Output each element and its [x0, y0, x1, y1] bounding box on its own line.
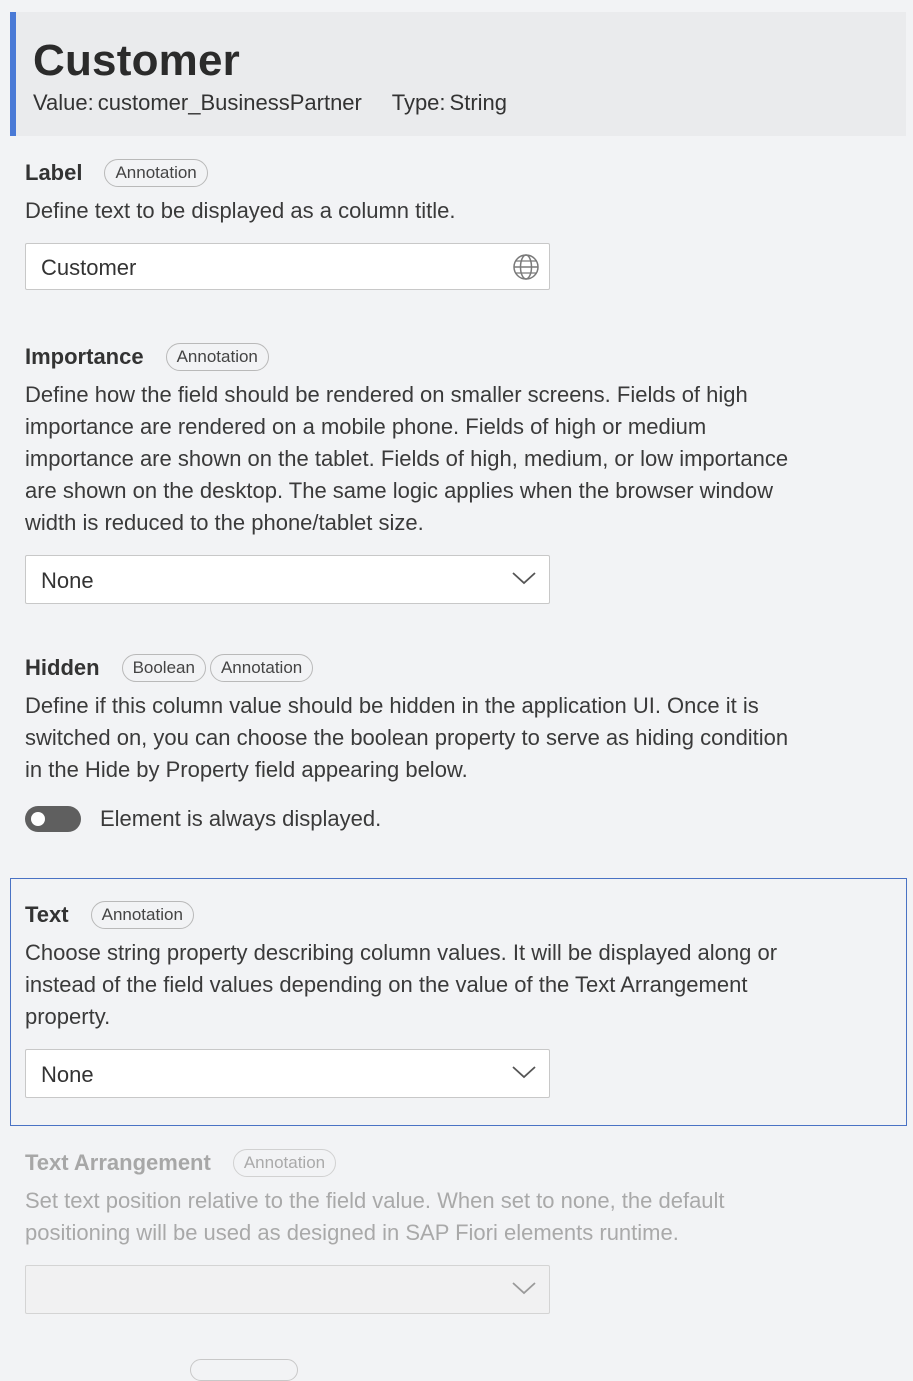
annotation-chip: Annotation	[104, 159, 208, 187]
text-select-value: None	[41, 1062, 94, 1087]
page-title: Customer	[33, 36, 240, 85]
description-line: Choose string property describing column…	[25, 940, 778, 965]
description-line: importance are shown on the tablet. Fiel…	[25, 446, 789, 471]
text-select[interactable]: None	[25, 1049, 550, 1098]
value-label: Value:	[33, 90, 94, 115]
annotation-chip: Annotation	[209, 654, 314, 682]
text-section-title: Text	[25, 902, 69, 927]
description-line: importance are rendered on a mobile phon…	[25, 414, 707, 439]
label-section-title: Label	[25, 160, 83, 185]
description-line: Define how the field should be rendered …	[25, 382, 748, 407]
importance-section-description: Define how the field should be rendered …	[25, 379, 890, 539]
next-section-chip	[190, 1359, 298, 1381]
hidden-section: Hidden Boolean Annotation Define if this…	[25, 652, 890, 832]
description-line: width is reduced to the phone/tablet siz…	[25, 510, 424, 535]
toggle-knob	[31, 812, 45, 826]
label-section-description: Define text to be displayed as a column …	[25, 198, 456, 223]
hidden-toggle[interactable]	[25, 806, 81, 832]
label-input[interactable]: Customer	[25, 243, 550, 290]
description-line: in the Hide by Property field appearing …	[25, 757, 468, 782]
importance-section: Importance Annotation Define how the fie…	[25, 341, 890, 604]
text-arrangement-select	[25, 1265, 550, 1314]
description-line: instead of the field values depending on…	[25, 972, 748, 997]
label-input-value: Customer	[41, 255, 137, 280]
text-arrangement-section: Text Arrangement Annotation Set text pos…	[25, 1147, 890, 1314]
chevron-down-icon	[512, 1282, 536, 1295]
hidden-section-title: Hidden	[25, 655, 100, 680]
description-line: property.	[25, 1004, 111, 1029]
boolean-chip: Boolean	[121, 654, 206, 682]
importance-select[interactable]: None	[25, 555, 550, 604]
importance-select-value: None	[41, 568, 94, 593]
text-section: Text Annotation Choose string property d…	[25, 899, 890, 1098]
type-label: Type:	[391, 90, 446, 115]
text-section-description: Choose string property describing column…	[25, 937, 890, 1033]
text-arrangement-section-title: Text Arrangement	[25, 1150, 211, 1175]
annotation-chip: Annotation	[165, 343, 269, 371]
chevron-down-icon[interactable]	[511, 568, 537, 588]
description-line: Define if this column value should be hi…	[25, 693, 759, 718]
label-section: Label Annotation Define text to be displ…	[25, 157, 890, 290]
globe-icon[interactable]	[512, 253, 540, 281]
description-line: positioning will be used as designed in …	[25, 1220, 679, 1245]
description-line: Set text position relative to the field …	[25, 1188, 725, 1213]
hidden-section-description: Define if this column value should be hi…	[25, 690, 890, 786]
annotation-chip: Annotation	[232, 1149, 337, 1177]
header-meta: Value: customer_BusinessPartner Type: Stri…	[33, 90, 507, 116]
value-text: customer_BusinessPartner	[97, 90, 362, 115]
type-text: String	[449, 90, 508, 115]
text-arrangement-section-description: Set text position relative to the field …	[25, 1185, 890, 1249]
importance-section-title: Importance	[25, 344, 144, 369]
description-line: are shown on the desktop. The same logic…	[25, 478, 774, 503]
hidden-toggle-label: Element is always displayed.	[100, 806, 382, 831]
property-header: Customer Value: customer_BusinessPartner …	[10, 12, 906, 136]
annotation-chip: Annotation	[90, 901, 194, 929]
description-line: switched on, you can choose the boolean …	[25, 725, 789, 750]
chevron-down-icon[interactable]	[511, 1062, 537, 1082]
